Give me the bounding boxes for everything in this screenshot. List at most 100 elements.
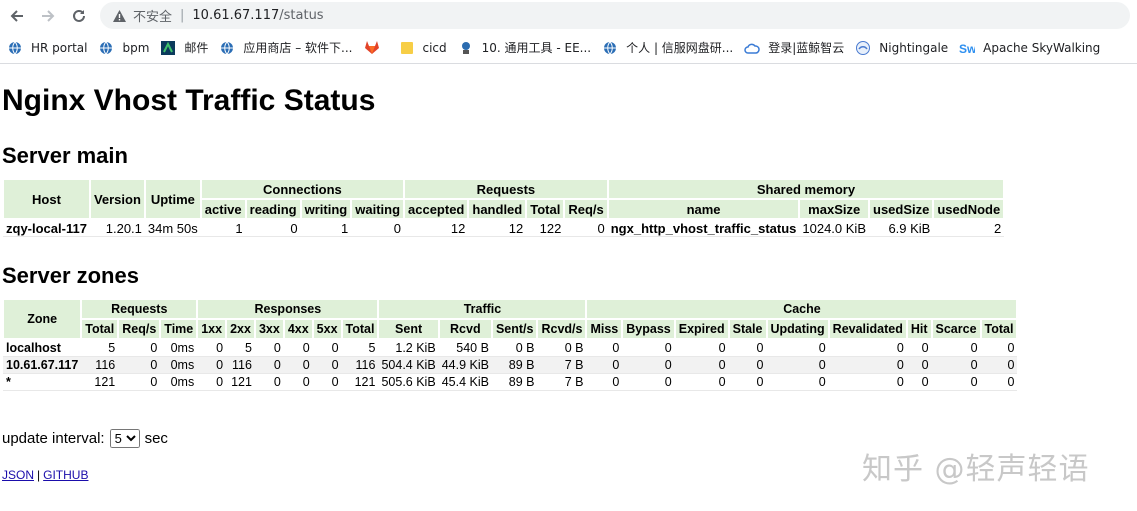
- table-cell: 0: [931, 339, 981, 357]
- update-interval-label: update interval:: [2, 430, 105, 447]
- server-main-heading: Server main: [2, 143, 128, 168]
- json-link[interactable]: JSON: [2, 468, 34, 482]
- column-group-header: Shared memory: [606, 178, 1006, 200]
- column-group-header: Traffic: [377, 298, 588, 320]
- bookmark-skywalking[interactable]: Sw Apache SkyWalking: [959, 40, 1100, 56]
- table-cell: 122: [526, 219, 565, 237]
- column-header: active: [199, 198, 247, 220]
- reload-button[interactable]: [65, 2, 93, 30]
- column-header: name: [606, 198, 801, 220]
- table-cell: 0: [245, 219, 301, 237]
- column-header: handled: [467, 198, 528, 220]
- table-cell: 504.4 KiB: [378, 356, 439, 374]
- table-cell: 7 B: [537, 373, 587, 391]
- table-cell: 0: [906, 356, 932, 374]
- column-header: writing: [299, 198, 353, 220]
- column-header: 2xx: [225, 318, 256, 340]
- table-cell: 0: [980, 356, 1018, 374]
- skywalking-icon: Sw: [959, 40, 975, 56]
- arrow-right-icon: [42, 9, 55, 22]
- table-cell: 0: [197, 356, 227, 374]
- column-group-header: Requests: [80, 298, 199, 320]
- column-header: 1xx: [196, 318, 228, 340]
- table-cell: 0ms: [160, 373, 198, 391]
- bookmark-label: Nightingale: [879, 40, 949, 55]
- bookmark-mail[interactable]: 邮件: [160, 39, 208, 56]
- bookmark-bpm[interactable]: bpm: [98, 40, 149, 56]
- table-cell: 0: [828, 339, 907, 357]
- column-header: Req/s: [117, 318, 162, 340]
- table-cell: 7 B: [537, 356, 587, 374]
- bookmark-tools[interactable]: 10. 通用工具 - EE...: [458, 39, 591, 56]
- bookmark-hr-portal[interactable]: HR portal: [7, 40, 87, 56]
- column-header: Bypass: [621, 318, 676, 340]
- table-cell: 0: [254, 339, 284, 357]
- bookmark-cicd[interactable]: cicd: [399, 40, 447, 56]
- table-cell: 89 B: [491, 373, 538, 391]
- table-cell: 6.9 KiB: [869, 219, 934, 237]
- forward-button[interactable]: [34, 2, 62, 30]
- table-cell: 0: [351, 219, 405, 237]
- bookmark-app-store[interactable]: 应用商店 – 软件下...: [219, 39, 353, 56]
- arrow-left-icon: [10, 9, 23, 22]
- bookmarks-bar: HR portal bpm 邮件 应用商店 – 软件下... cicd 10. …: [0, 32, 1137, 64]
- bookmark-netdisk[interactable]: 个人 | 信服网盘研...: [602, 39, 733, 56]
- column-header: 4xx: [282, 318, 314, 340]
- bookmark-label: cicd: [422, 40, 447, 55]
- table-row: zqy-local-117 1.20.1 34m 50s 1 0 1 0 12 …: [3, 219, 1005, 237]
- table-cell: 10.61.67.117: [3, 356, 82, 374]
- address-bar[interactable]: 不安全 | 10.61.67.117/status: [100, 2, 1130, 29]
- bookmark-nightingale[interactable]: Nightingale: [855, 40, 948, 56]
- column-header: Scarce: [930, 318, 982, 340]
- url-host[interactable]: 10.61.67.117: [192, 8, 279, 23]
- column-header: Total: [340, 318, 380, 340]
- back-button[interactable]: [3, 2, 31, 30]
- update-interval-select[interactable]: 5: [109, 429, 140, 448]
- column-group-header: Requests: [403, 178, 609, 200]
- column-header: accepted: [403, 198, 470, 220]
- bookmark-label: 登录|蓝鲸智云: [768, 41, 845, 55]
- table-cell: 0: [197, 339, 227, 357]
- reload-icon: [73, 9, 85, 22]
- table-cell: 121: [226, 373, 255, 391]
- table-cell: 0 B: [491, 339, 538, 357]
- url-path[interactable]: /status: [279, 8, 323, 23]
- warning-icon[interactable]: [112, 9, 127, 23]
- globe-icon: [7, 40, 23, 56]
- server-zones-heading: Server zones: [2, 263, 139, 288]
- table-cell: 0: [906, 339, 932, 357]
- table-cell: 0: [283, 339, 313, 357]
- table-cell: ngx_http_vhost_traffic_status: [607, 219, 800, 237]
- bookmark-label: 邮件: [184, 41, 209, 55]
- column-header: Miss: [585, 318, 624, 340]
- table-cell: 0: [586, 373, 623, 391]
- footer-links: JSON | GITHUB: [2, 468, 88, 482]
- github-link[interactable]: GITHUB: [43, 468, 88, 482]
- table-cell: 12: [468, 219, 527, 237]
- gitlab-icon: [364, 40, 380, 56]
- security-status-label[interactable]: 不安全: [133, 6, 172, 25]
- column-header: maxSize: [798, 198, 870, 220]
- table-cell: 5: [226, 339, 255, 357]
- table-cell: 121: [341, 373, 379, 391]
- bookmark-gitlab[interactable]: [364, 40, 388, 56]
- column-header: Sent: [377, 318, 440, 340]
- table-cell: 0: [728, 339, 767, 357]
- table-cell: 0: [674, 373, 729, 391]
- table-cell: 1: [300, 219, 352, 237]
- bookmark-bluking[interactable]: 登录|蓝鲸智云: [744, 39, 844, 56]
- table-cell: 0ms: [160, 339, 198, 357]
- table-cell: 0: [312, 339, 342, 357]
- table-cell: 2: [933, 219, 1005, 237]
- mail-icon: [160, 40, 176, 56]
- globe-icon: [98, 40, 114, 56]
- table-cell: 1.2 KiB: [378, 339, 439, 357]
- table-cell: 0: [931, 356, 981, 374]
- bookmark-label: bpm: [122, 40, 150, 55]
- table-cell: 1.20.1: [89, 219, 145, 237]
- column-header: waiting: [350, 198, 406, 220]
- table-cell: 0: [254, 373, 284, 391]
- table-cell: 5: [81, 339, 119, 357]
- column-header: Req/s: [563, 198, 609, 220]
- table-row: 10.61.67.117 116 0 0ms 0 116 0 0 0 116 5…: [3, 356, 1018, 374]
